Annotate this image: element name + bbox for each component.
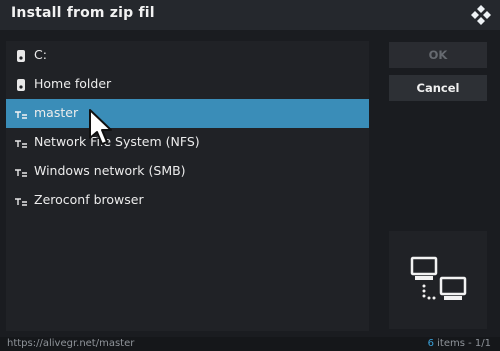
- network-share-icon: [15, 111, 27, 119]
- list-item-label: Network File System (NFS): [34, 134, 200, 149]
- list-item-label: Windows network (SMB): [34, 163, 186, 178]
- cancel-button[interactable]: Cancel: [389, 75, 487, 101]
- current-path: https://alivegr.net/master: [7, 338, 135, 349]
- drive-icon: [17, 79, 25, 91]
- item-count-text: items - 1/1: [433, 338, 491, 349]
- mouse-pointer-icon: [89, 109, 112, 145]
- list-item-smb[interactable]: Windows network (SMB): [6, 157, 369, 186]
- list-item-nfs[interactable]: Network File System (NFS): [6, 128, 369, 157]
- list-item-label: C:: [34, 47, 47, 62]
- ok-button[interactable]: OK: [389, 42, 487, 68]
- list-item-label: Zeroconf browser: [34, 192, 144, 207]
- network-share-icon: [15, 140, 27, 148]
- network-computers-icon: [410, 256, 467, 300]
- title-bar: Install from zip fil: [0, 0, 500, 30]
- list-item-home-folder[interactable]: Home folder: [6, 70, 369, 99]
- dialog-title: Install from zip fil: [11, 5, 155, 21]
- source-preview: [389, 231, 487, 329]
- source-list: C: Home folder master Network File Syste…: [6, 41, 369, 331]
- item-count: 6 items - 1/1: [428, 338, 491, 349]
- list-item-zeroconf[interactable]: Zeroconf browser: [6, 186, 369, 215]
- network-share-icon: [15, 198, 27, 206]
- list-item-label: Home folder: [34, 76, 112, 91]
- list-item-c-drive[interactable]: C:: [6, 41, 369, 70]
- list-item-label: master: [34, 105, 79, 120]
- network-share-icon: [15, 169, 27, 177]
- list-item-master[interactable]: master: [6, 99, 369, 128]
- drive-icon: [17, 50, 25, 62]
- kodi-logo-icon: [471, 5, 491, 25]
